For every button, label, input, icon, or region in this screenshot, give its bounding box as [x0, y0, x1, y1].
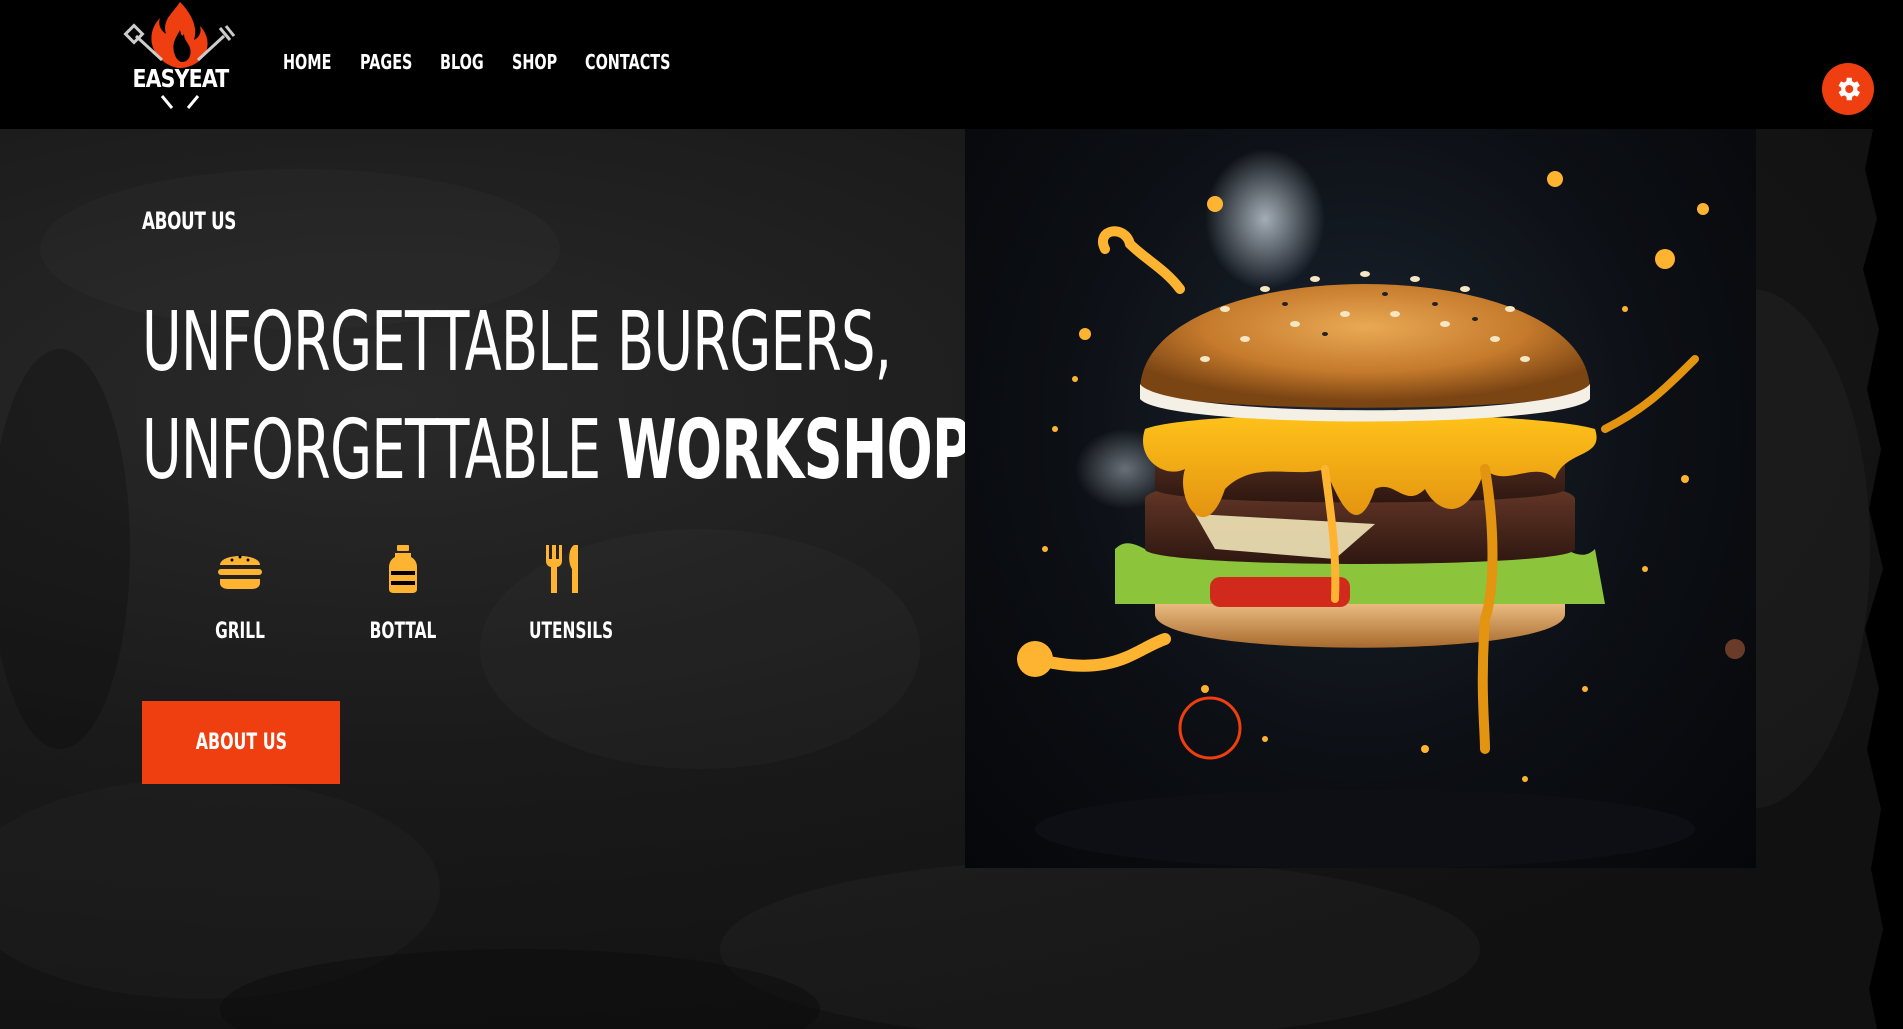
page: EASYEAT HOME PAGES BLOG SHOP CONTACTS AB…	[0, 0, 1903, 1029]
hero-section: ABOUT US UNFORGETTABLE BURGERS, UNFORGET…	[0, 129, 1903, 1029]
bottle-icon	[389, 545, 417, 593]
crossed-utensils-icon	[160, 95, 200, 109]
burger-illustration	[1017, 149, 1745, 868]
flame-icon	[123, 2, 236, 68]
headline-line-2-bold: WORKSHOP	[616, 403, 972, 498]
utensils-icon	[546, 545, 578, 593]
settings-button[interactable]	[1822, 63, 1874, 115]
nav-blog[interactable]: BLOG	[440, 50, 484, 74]
site-header: EASYEAT HOME PAGES BLOG SHOP CONTACTS	[0, 0, 1903, 129]
nav-shop[interactable]: SHOP	[512, 50, 557, 74]
feature-grill: GRILL	[190, 543, 290, 644]
nav-contacts[interactable]: CONTACTS	[585, 50, 670, 74]
torn-paper-edge	[1863, 129, 1903, 1029]
hero-headline: UNFORGETTABLE BURGERS, UNFORGETTABLE WOR…	[142, 289, 972, 505]
headline-line-2-regular: UNFORGETTABLE	[142, 403, 617, 498]
burger-icon	[218, 555, 262, 589]
focus-ring	[1178, 696, 1242, 760]
brand-logo[interactable]: EASYEAT	[122, 0, 238, 112]
headline-line-1: UNFORGETTABLE BURGERS,	[142, 295, 892, 390]
burger-photo	[965, 129, 1756, 868]
feature-bottle: BOTTAL	[353, 543, 453, 644]
feature-label: GRILL	[215, 619, 265, 644]
feature-list: GRILL BOTTAL UTENSILS	[190, 543, 630, 683]
feature-label: BOTTAL	[369, 619, 437, 644]
feature-label: UTENSILS	[529, 619, 614, 644]
feature-utensils: UTENSILS	[514, 543, 614, 644]
nav-pages[interactable]: PAGES	[360, 50, 412, 74]
about-us-button-label: ABOUT US	[195, 730, 287, 755]
section-eyebrow: ABOUT US	[142, 207, 236, 235]
about-us-button[interactable]: ABOUT US	[142, 701, 340, 784]
gear-icon	[1838, 77, 1860, 101]
brand-name: EASYEAT	[132, 64, 229, 93]
nav-home[interactable]: HOME	[283, 50, 331, 74]
